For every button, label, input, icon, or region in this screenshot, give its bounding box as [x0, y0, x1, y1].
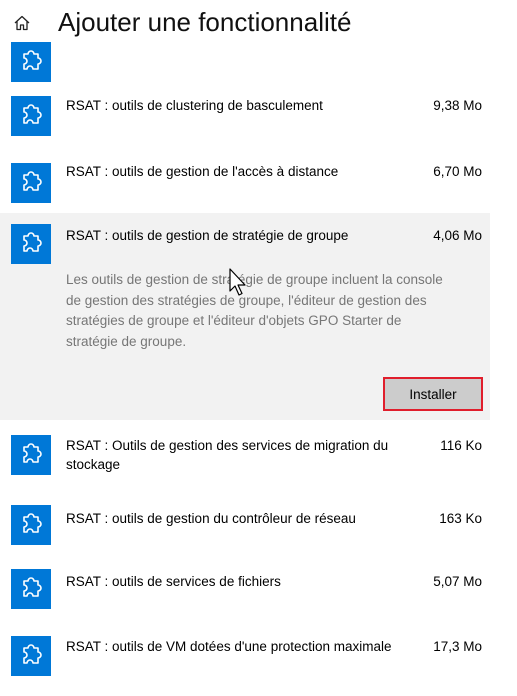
install-button-label: Installer [409, 386, 457, 402]
puzzle-icon [11, 96, 51, 136]
feature-name: RSAT : Outils de gestion des services de… [66, 438, 389, 472]
list-item[interactable]: RSAT : outils de services de fichiers 5,… [0, 564, 490, 620]
feature-size: 163 Ko [439, 511, 482, 526]
install-button[interactable]: Installer [383, 377, 483, 411]
page-title: Ajouter une fonctionnalité [58, 7, 352, 37]
feature-name: RSAT : outils de services de fichiers [66, 574, 281, 589]
puzzle-icon [11, 224, 51, 264]
mouse-cursor [229, 268, 246, 296]
feature-name: RSAT : outils de gestion de stratégie de… [66, 228, 349, 243]
feature-size: 5,07 Mo [433, 574, 482, 589]
puzzle-icon [11, 435, 51, 475]
puzzle-icon [11, 505, 51, 545]
feature-size: 4,06 Mo [433, 228, 482, 243]
puzzle-icon [11, 42, 51, 82]
puzzle-icon [11, 636, 51, 676]
list-item[interactable]: RSAT : outils de clustering de basculeme… [0, 82, 490, 144]
feature-name: RSAT : outils de gestion du contrôleur d… [66, 511, 356, 526]
home-icon[interactable] [13, 14, 31, 32]
feature-name: RSAT : outils de clustering de basculeme… [66, 98, 323, 113]
feature-size: 6,70 Mo [433, 164, 482, 179]
list-item-selected[interactable]: RSAT : outils de gestion de stratégie de… [0, 213, 490, 273]
feature-size: 9,38 Mo [433, 98, 482, 113]
list-item[interactable]: RSAT : outils de gestion de l'accès à di… [0, 148, 490, 210]
list-item[interactable]: RSAT : outils de gestion du contrôleur d… [0, 498, 490, 554]
puzzle-icon [11, 163, 51, 203]
feature-name: RSAT : outils de gestion de l'accès à di… [66, 164, 339, 179]
feature-size: 116 Ko [440, 438, 482, 453]
feature-size: 17,3 Mo [433, 639, 482, 654]
puzzle-icon [11, 569, 51, 609]
page-header: Ajouter une fonctionnalité [0, 0, 517, 42]
list-item[interactable]: RSAT : Outils de gestion des services de… [0, 428, 490, 484]
list-item[interactable]: RSAT : outils de VM dotées d'une protect… [0, 628, 490, 690]
feature-description: Les outils de gestion de stratégie de gr… [66, 272, 443, 349]
feature-name: RSAT : outils de VM dotées d'une protect… [66, 639, 392, 654]
selected-feature-panel[interactable]: RSAT : outils de gestion de stratégie de… [0, 213, 490, 420]
